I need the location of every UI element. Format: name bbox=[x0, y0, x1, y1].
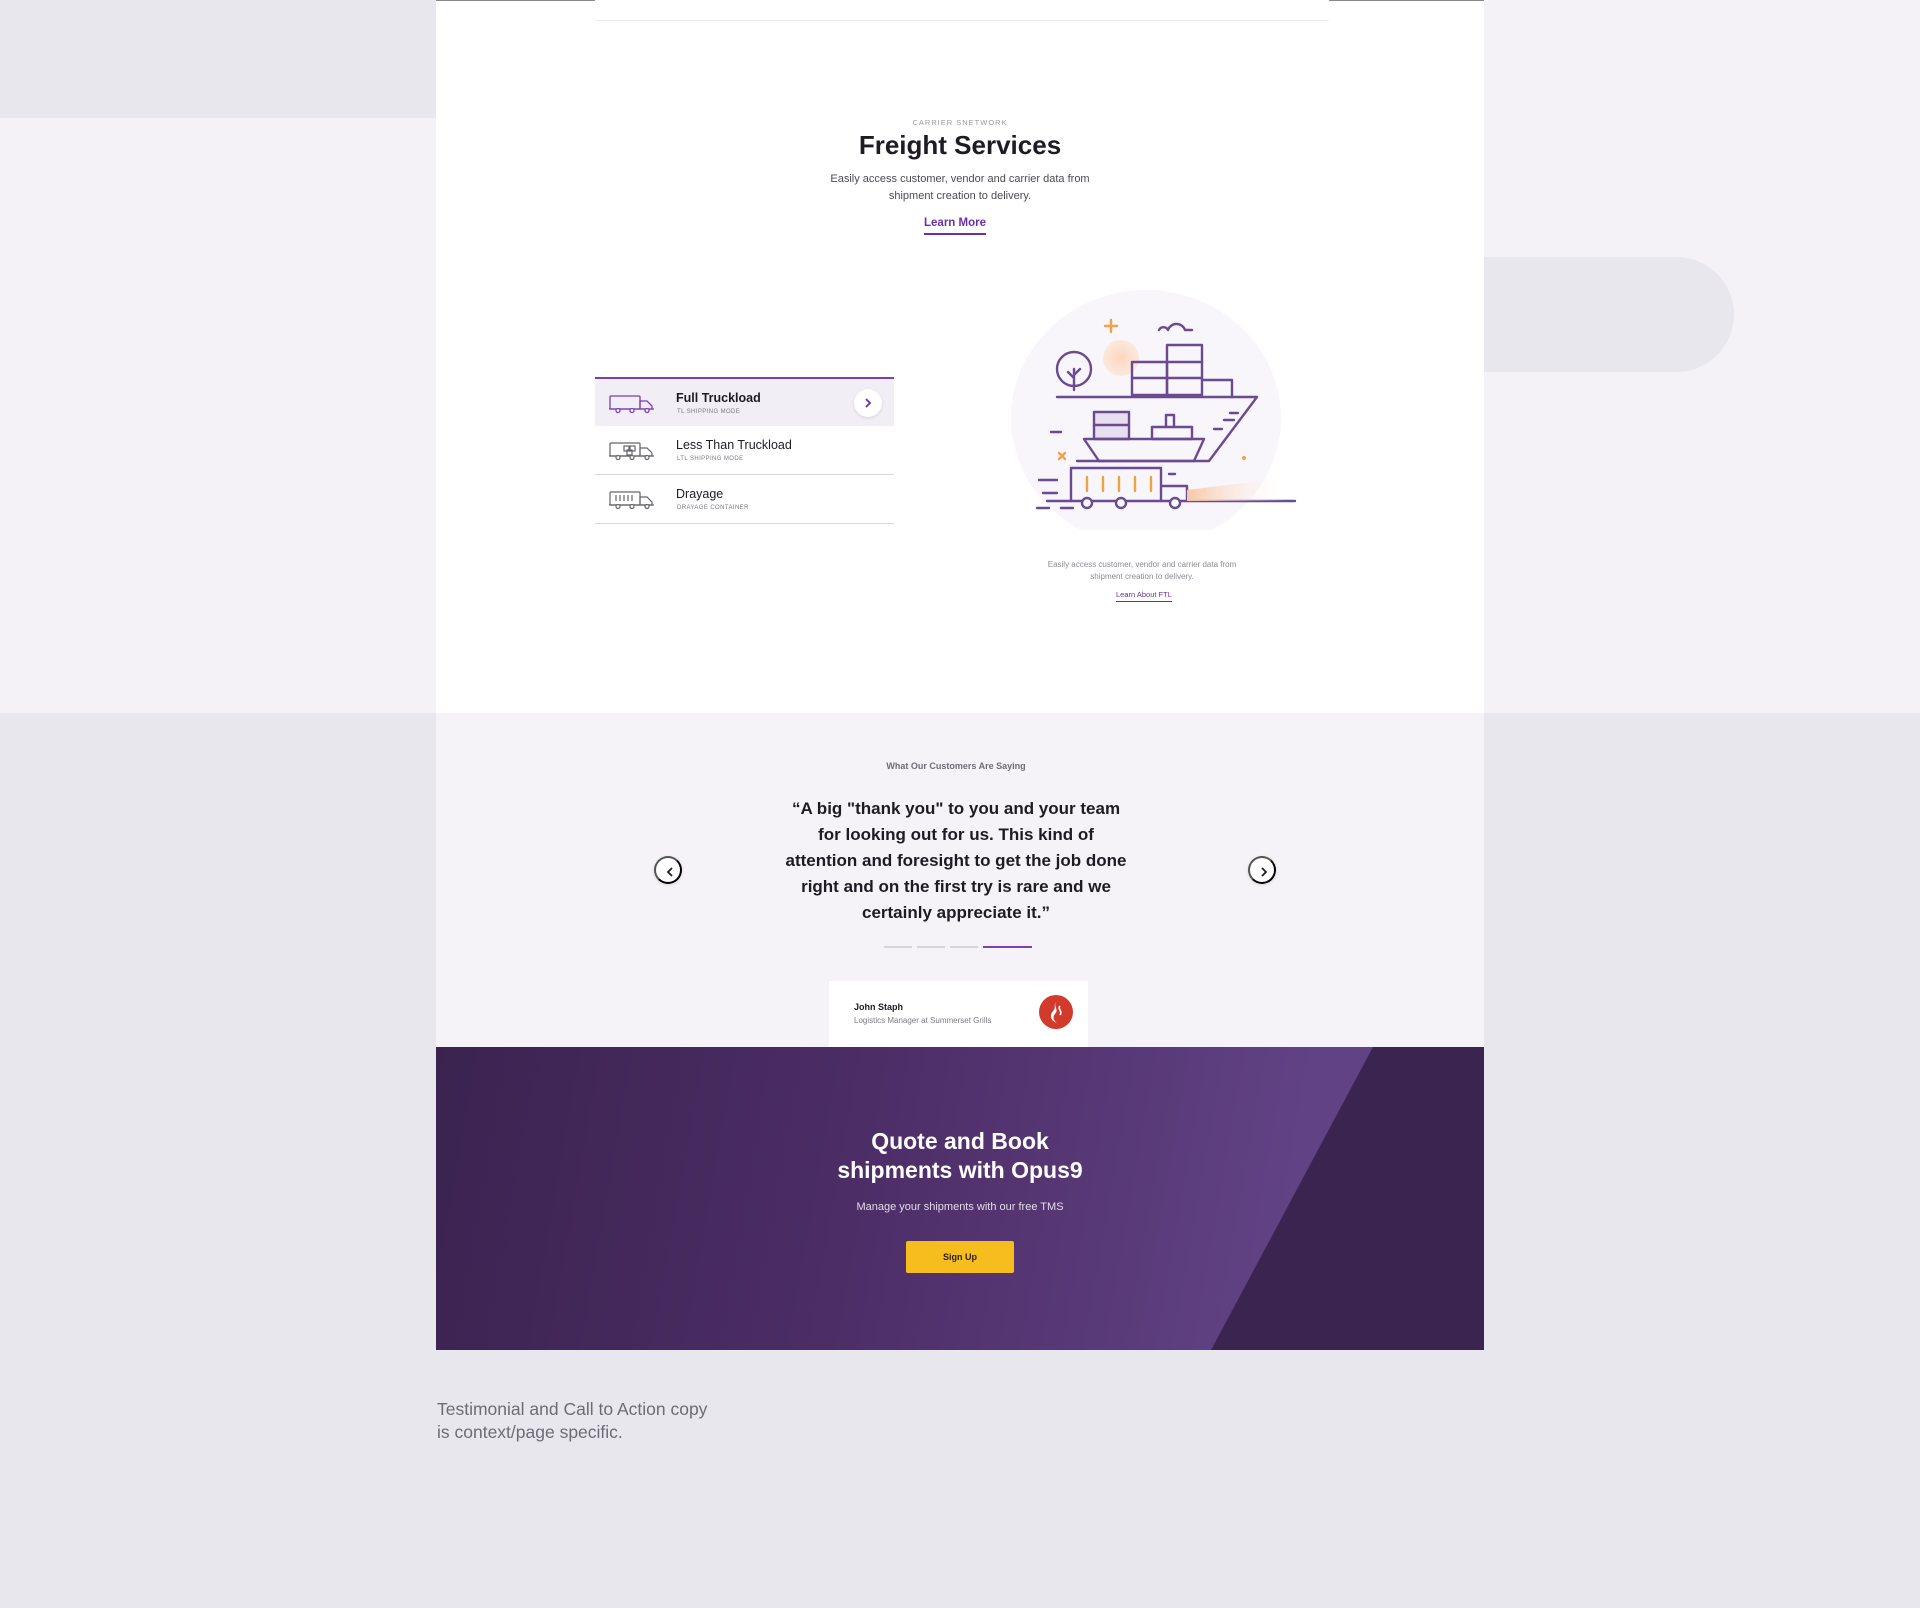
illustration-caption: Easily access customer, vendor and carri… bbox=[1047, 560, 1237, 581]
carousel-dot[interactable] bbox=[950, 946, 978, 948]
mode-name: Drayage bbox=[676, 487, 724, 501]
shipping-mode-list: Full Truckload TL SHIPPING MODE Less Tha… bbox=[595, 377, 894, 524]
chevron-right-icon bbox=[1261, 867, 1268, 877]
testimonial-author-card: John Staph Logistics Manager at Summerse… bbox=[829, 981, 1088, 1047]
mode-item-less-than-truckload[interactable]: Less Than Truckload LTL SHIPPING MODE bbox=[595, 426, 894, 475]
section-description: Easily access customer, vendor and carri… bbox=[830, 173, 1090, 202]
author-name: John Staph bbox=[854, 1002, 903, 1012]
background-band bbox=[0, 0, 436, 118]
testimonial-quote: “A big "thank you" to you and your team … bbox=[785, 799, 1127, 922]
company-logo-icon bbox=[1039, 995, 1073, 1029]
mode-item-full-truckload[interactable]: Full Truckload TL SHIPPING MODE bbox=[595, 377, 894, 426]
mode-name: Less Than Truckload bbox=[676, 438, 792, 452]
mode-name: Full Truckload bbox=[676, 391, 761, 405]
section-title: Freight Services bbox=[858, 130, 1062, 160]
mode-subtitle: DRAYAGE CONTAINER bbox=[677, 505, 749, 511]
learn-about-ftl-link[interactable]: Learn About FTL bbox=[1116, 590, 1172, 602]
carousel-indicators bbox=[884, 946, 1032, 948]
previous-card-edge bbox=[595, 0, 1329, 21]
author-role: Logistics Manager at Summerset Grills bbox=[854, 1016, 992, 1025]
previous-testimonial-button[interactable] bbox=[654, 856, 682, 884]
cta-title: Quote and Book shipments with Opus9 bbox=[436, 1127, 1484, 1185]
design-note: Testimonial and Call to Action copy is co… bbox=[437, 1398, 757, 1444]
ltl-truck-icon bbox=[609, 440, 655, 462]
decorative-pill bbox=[1484, 257, 1734, 372]
decorative-wedge bbox=[1211, 1047, 1484, 1350]
next-testimonial-button[interactable] bbox=[1248, 856, 1276, 884]
chevron-right-icon[interactable] bbox=[854, 389, 882, 417]
learn-more-link[interactable]: Learn More bbox=[924, 217, 986, 235]
cta-description: Manage your shipments with our free TMS bbox=[856, 1201, 1064, 1213]
cta-title-line: Quote and Book bbox=[871, 1128, 1049, 1154]
chevron-left-icon bbox=[666, 867, 673, 877]
testimonials-section: What Our Customers Are Saying “A big "th… bbox=[436, 713, 1484, 1047]
call-to-action-section: Quote and Book shipments with Opus9 Manag… bbox=[436, 1047, 1484, 1350]
mode-item-drayage[interactable]: Drayage DRAYAGE CONTAINER bbox=[595, 475, 894, 524]
freight-illustration bbox=[999, 290, 1299, 546]
carousel-dot[interactable] bbox=[884, 946, 912, 948]
freight-services-section: CARRIER SNETWORK Freight Services Easily… bbox=[436, 0, 1484, 713]
mode-subtitle: LTL SHIPPING MODE bbox=[677, 456, 744, 462]
testimonials-eyebrow: What Our Customers Are Saying bbox=[886, 761, 1026, 771]
mode-subtitle: TL SHIPPING MODE bbox=[677, 409, 741, 415]
truck-icon bbox=[609, 393, 655, 415]
note-line: is context/page specific. bbox=[437, 1422, 623, 1442]
carousel-dot[interactable] bbox=[917, 946, 945, 948]
cta-title-line: shipments with Opus9 bbox=[837, 1157, 1083, 1183]
container-truck-icon bbox=[609, 489, 655, 511]
carousel-dot-active[interactable] bbox=[983, 946, 1032, 948]
background-band bbox=[0, 118, 436, 713]
note-line: Testimonial and Call to Action copy bbox=[437, 1399, 708, 1419]
section-eyebrow: CARRIER SNETWORK bbox=[912, 118, 1008, 127]
sign-up-button[interactable]: Sign Up bbox=[906, 1241, 1014, 1273]
